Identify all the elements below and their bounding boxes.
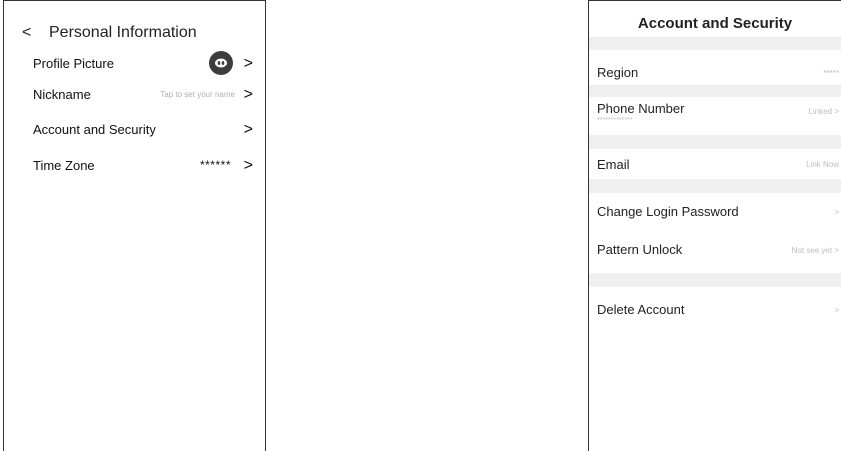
chevron-right-icon: > <box>834 208 839 217</box>
phone-number-masked: ************* <box>597 117 633 124</box>
chevron-right-icon: > <box>834 306 839 315</box>
account-security-row[interactable]: Account and Security > <box>33 119 253 141</box>
page-title: Personal Information <box>49 24 197 41</box>
region-row[interactable]: Region ***** <box>589 61 841 85</box>
change-login-password-row[interactable]: Change Login Password > <box>589 200 841 226</box>
pattern-unlock-label: Pattern Unlock <box>597 242 683 257</box>
back-button[interactable]: < <box>22 23 31 43</box>
section-divider <box>589 135 841 149</box>
chevron-right-icon: > <box>243 121 253 138</box>
nickname-row[interactable]: Nickname Tap to set your name > <box>33 84 253 106</box>
email-row[interactable]: Email Link Now <box>589 153 841 179</box>
time-zone-label: Time Zone <box>33 158 95 173</box>
account-security-screen: Account and Security Region ***** Phone … <box>588 0 841 451</box>
time-zone-row[interactable]: Time Zone ****** > <box>33 155 253 177</box>
avatar[interactable] <box>209 51 233 75</box>
chevron-right-icon: > <box>243 55 253 72</box>
nickname-value: Tap to set your name <box>160 90 235 99</box>
delete-account-label: Delete Account <box>597 302 685 317</box>
page-title: Account and Security <box>637 15 793 32</box>
phone-number-label: Phone Number <box>597 101 685 116</box>
delete-account-row[interactable]: Delete Account > <box>589 298 841 324</box>
personal-information-screen: < Personal Information Profile Picture >… <box>3 0 266 451</box>
chevron-right-icon: > <box>243 86 253 103</box>
nickname-label: Nickname <box>33 87 91 102</box>
section-divider <box>589 273 841 287</box>
email-label: Email <box>597 157 630 172</box>
header: < Personal Information <box>4 23 265 43</box>
avatar-face-icon <box>215 58 227 68</box>
pattern-unlock-row[interactable]: Pattern Unlock Not see yet > <box>589 238 841 264</box>
section-divider <box>589 85 841 97</box>
section-divider <box>589 179 841 193</box>
account-security-label: Account and Security <box>33 122 156 137</box>
pattern-unlock-value: Not see yet > <box>791 246 839 255</box>
time-zone-value: ****** <box>199 158 231 172</box>
section-divider <box>589 37 841 50</box>
region-label: Region <box>597 65 639 80</box>
region-value: ***** <box>823 69 839 78</box>
change-login-password-label: Change Login Password <box>597 204 739 219</box>
phone-number-row[interactable]: Phone Number Linked > ************* <box>589 99 841 135</box>
email-value: Link Now <box>806 160 839 169</box>
phone-number-value: Linked > <box>808 107 839 116</box>
chevron-right-icon: > <box>243 157 253 174</box>
profile-picture-row[interactable]: Profile Picture > <box>33 51 253 75</box>
profile-picture-label: Profile Picture <box>33 56 114 71</box>
